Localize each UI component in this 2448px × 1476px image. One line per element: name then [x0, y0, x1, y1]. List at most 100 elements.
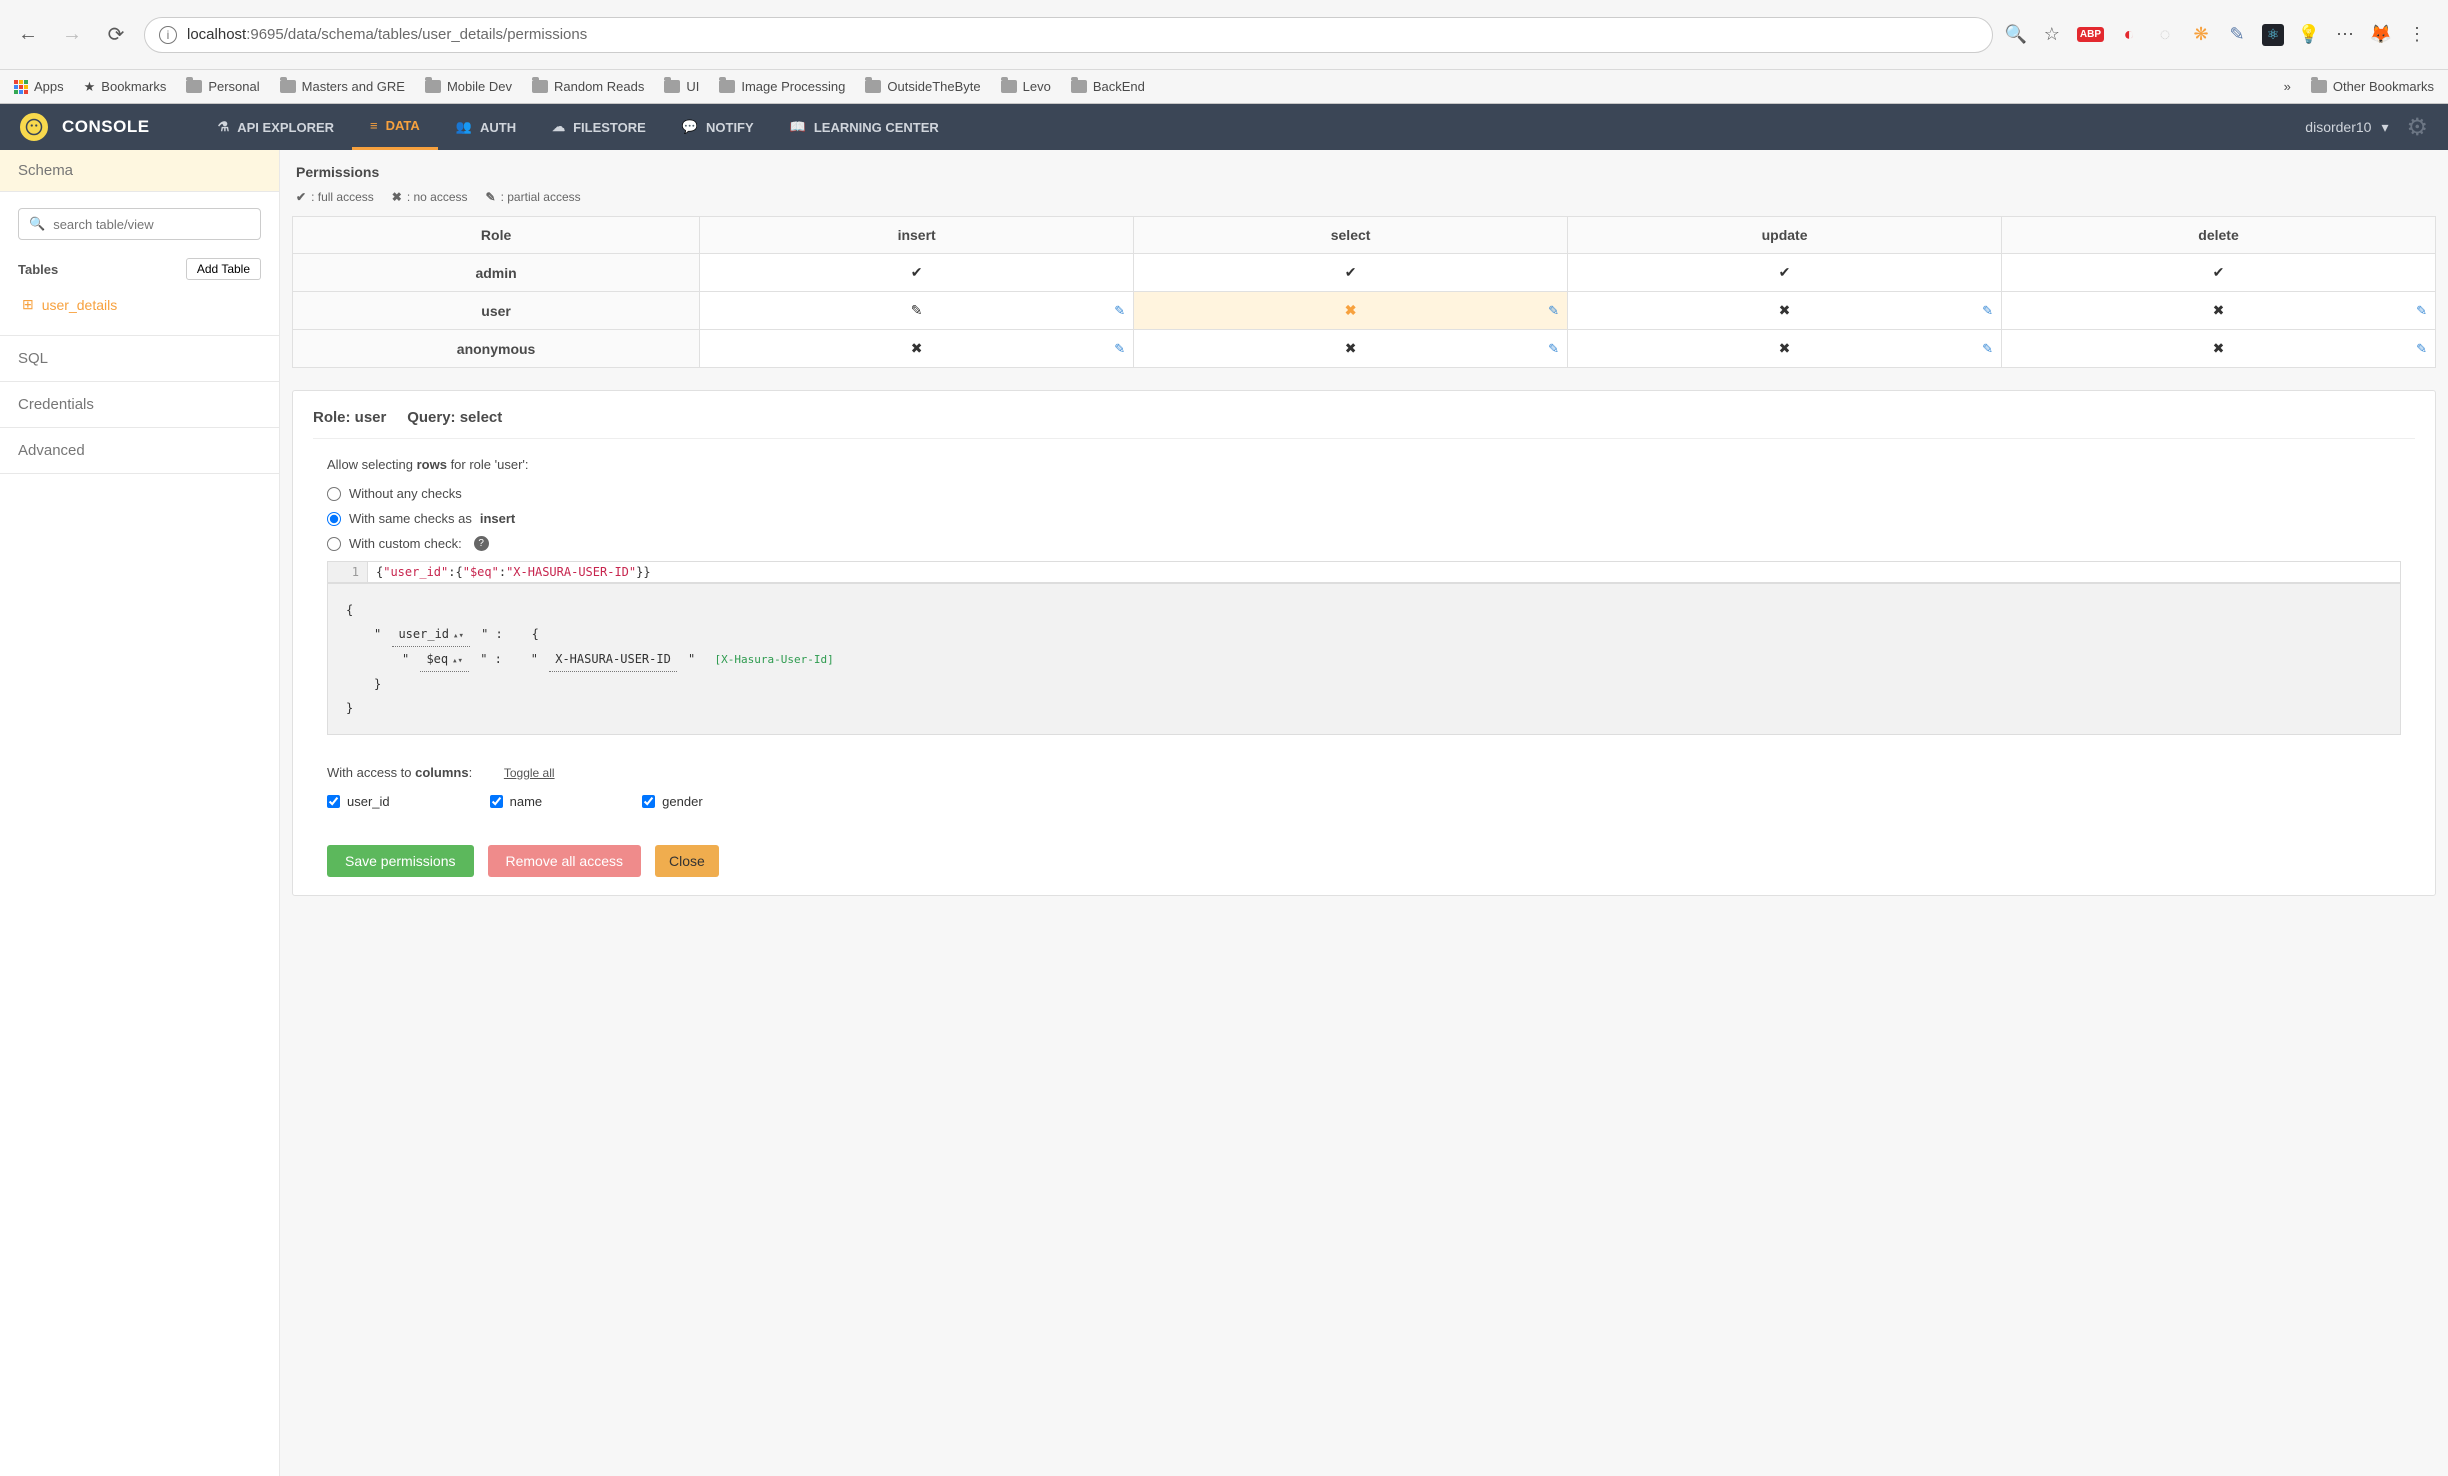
column-check-gender[interactable]: gender [642, 794, 702, 809]
cell-user-update[interactable]: ✖✎ [1568, 292, 2002, 330]
edit-pencil-icon[interactable]: ✎ [1548, 341, 1559, 357]
nav-auth[interactable]: 👥AUTH [438, 104, 534, 150]
toggle-all-link[interactable]: Toggle all [504, 766, 555, 780]
bookmark-folder-ui[interactable]: UI [664, 79, 699, 94]
column-check-user-id[interactable]: user_id [327, 794, 390, 809]
page-title: Permissions [292, 164, 2436, 180]
custom-check-code-editor[interactable]: 1 {"user_id":{"$eq":"X-HASURA-USER-ID"}} [327, 561, 2401, 583]
bookmark-overflow[interactable]: » [2284, 79, 2291, 94]
bookmark-folder-outside[interactable]: OutsideTheByte [865, 79, 980, 94]
builder-open-brace: { [346, 598, 2382, 622]
edit-pencil-icon[interactable]: ✎ [1114, 341, 1125, 357]
extension-icon-4[interactable]: ✎ [2226, 24, 2248, 46]
zoom-icon[interactable]: 🔍 [2005, 24, 2027, 46]
bookmark-folder-random[interactable]: Random Reads [532, 79, 644, 94]
extension-icon-1[interactable]: ◐ [2118, 24, 2140, 46]
remove-all-access-button[interactable]: Remove all access [488, 845, 642, 877]
extension-icon-7[interactable]: 🦊 [2370, 24, 2392, 46]
address-bar[interactable]: i localhost:9695/data/schema/tables/user… [144, 17, 1993, 53]
radio-same-as-insert[interactable]: With same checks as insert [327, 511, 2401, 526]
sidebar-schema-header[interactable]: Schema [0, 150, 279, 192]
th-insert: insert [700, 217, 1134, 254]
builder-key-user-id[interactable]: user_id▴▾ [392, 622, 469, 647]
cell-anon-delete[interactable]: ✖✎ [2002, 330, 2436, 368]
bookmark-other[interactable]: Other Bookmarks [2311, 79, 2434, 94]
extension-icon-2[interactable]: ◌ [2154, 24, 2176, 46]
th-select: select [1134, 217, 1568, 254]
cell-anon-insert[interactable]: ✖✎ [700, 330, 1134, 368]
user-menu[interactable]: disorder10 ▾ [2305, 119, 2388, 136]
bookmark-folder-mobile[interactable]: Mobile Dev [425, 79, 512, 94]
edit-pencil-icon[interactable]: ✎ [1982, 303, 1993, 319]
reload-button[interactable]: ⟳ [100, 19, 132, 51]
extension-icon-6[interactable]: ⋯ [2334, 24, 2356, 46]
cell-user-select[interactable]: ✖✎ [1134, 292, 1568, 330]
radio-without-checks[interactable]: Without any checks [327, 486, 2401, 501]
cloud-icon: ☁ [552, 119, 565, 135]
builder-op-eq[interactable]: $eq▴▾ [420, 647, 469, 672]
bookmark-folder-levo[interactable]: Levo [1001, 79, 1051, 94]
nav-data[interactable]: ≡DATA [352, 104, 438, 150]
nav-notify[interactable]: 💬NOTIFY [664, 104, 772, 150]
folder-icon [2311, 80, 2327, 93]
extension-icon-3[interactable]: ❋ [2190, 24, 2212, 46]
edit-pencil-icon[interactable]: ✎ [1548, 303, 1559, 319]
back-button[interactable]: ← [12, 19, 44, 51]
edit-pencil-icon[interactable]: ✎ [1982, 341, 1993, 357]
app-title: CONSOLE [62, 117, 150, 137]
bookmark-apps[interactable]: Apps [14, 79, 64, 94]
cell-anon-update[interactable]: ✖✎ [1568, 330, 2002, 368]
abp-extension-icon[interactable]: ABP [2077, 27, 2104, 42]
partial-icon: ✎ [486, 190, 496, 204]
builder-close-1: } [346, 672, 2382, 696]
sidebar-table-user-details[interactable]: ⊞ user_details [18, 290, 261, 319]
nav-api-explorer[interactable]: ⚗API EXPLORER [200, 104, 352, 150]
bookmark-folder-personal[interactable]: Personal [186, 79, 259, 94]
detail-header: Role: user Query: select [313, 409, 2415, 439]
radio-without-checks-input[interactable] [327, 487, 341, 501]
edit-pencil-icon[interactable]: ✎ [2416, 303, 2427, 319]
help-icon[interactable]: ? [474, 536, 489, 551]
extension-icon-5[interactable]: 💡 [2298, 24, 2320, 46]
nav-learning[interactable]: 📖LEARNING CENTER [772, 104, 957, 150]
add-table-button[interactable]: Add Table [186, 258, 261, 280]
column-check-name[interactable]: name [490, 794, 543, 809]
checkbox-user-id[interactable] [327, 795, 340, 808]
permissions-table: Role insert select update delete admin ✔… [292, 216, 2436, 368]
radio-custom-check-input[interactable] [327, 537, 341, 551]
chrome-menu-icon[interactable]: ⋮ [2406, 24, 2428, 46]
code-line-1[interactable]: {"user_id":{"$eq":"X-HASURA-USER-ID"}} [368, 562, 659, 582]
bookmark-folder-backend[interactable]: BackEnd [1071, 79, 1145, 94]
cell-user-insert[interactable]: ✎✎ [700, 292, 1134, 330]
radio-same-as-insert-input[interactable] [327, 512, 341, 526]
builder-value-hasura-id[interactable]: X-HASURA-USER-ID [549, 647, 677, 672]
search-table-field[interactable] [53, 217, 250, 232]
cell-admin-insert: ✔ [700, 254, 1134, 292]
radio-custom-check[interactable]: With custom check: ? [327, 536, 2401, 551]
search-table-input[interactable]: 🔍 [18, 208, 261, 240]
cell-user-delete[interactable]: ✖✎ [2002, 292, 2436, 330]
react-devtools-icon[interactable]: ⚛ [2262, 24, 2284, 46]
sidebar-advanced[interactable]: Advanced [0, 428, 279, 474]
bookmark-folder-image[interactable]: Image Processing [719, 79, 845, 94]
builder-row-eq: " $eq▴▾ " : " X-HASURA-USER-ID " [X-Hasu… [346, 647, 2382, 672]
edit-pencil-icon[interactable]: ✎ [2416, 341, 2427, 357]
table-row-admin: admin ✔ ✔ ✔ ✔ [293, 254, 2436, 292]
cell-anon-select[interactable]: ✖✎ [1134, 330, 1568, 368]
save-permissions-button[interactable]: Save permissions [327, 845, 474, 877]
site-info-icon[interactable]: i [159, 26, 177, 44]
app-logo-icon[interactable] [20, 113, 48, 141]
bookmark-bookmarks[interactable]: ★ Bookmarks [84, 79, 167, 95]
settings-gear-icon[interactable]: ⚙ [2406, 113, 2428, 142]
nav-filestore[interactable]: ☁FILESTORE [534, 104, 664, 150]
sidebar-sql[interactable]: SQL [0, 336, 279, 382]
edit-pencil-icon[interactable]: ✎ [1114, 303, 1125, 319]
check-icon: ✔ [1345, 264, 1357, 280]
checkbox-gender[interactable] [642, 795, 655, 808]
checkbox-name[interactable] [490, 795, 503, 808]
close-button[interactable]: Close [655, 845, 719, 877]
sidebar-credentials[interactable]: Credentials [0, 382, 279, 428]
bookmark-folder-masters[interactable]: Masters and GRE [280, 79, 405, 94]
star-icon[interactable]: ☆ [2041, 24, 2063, 46]
forward-button[interactable]: → [56, 19, 88, 51]
